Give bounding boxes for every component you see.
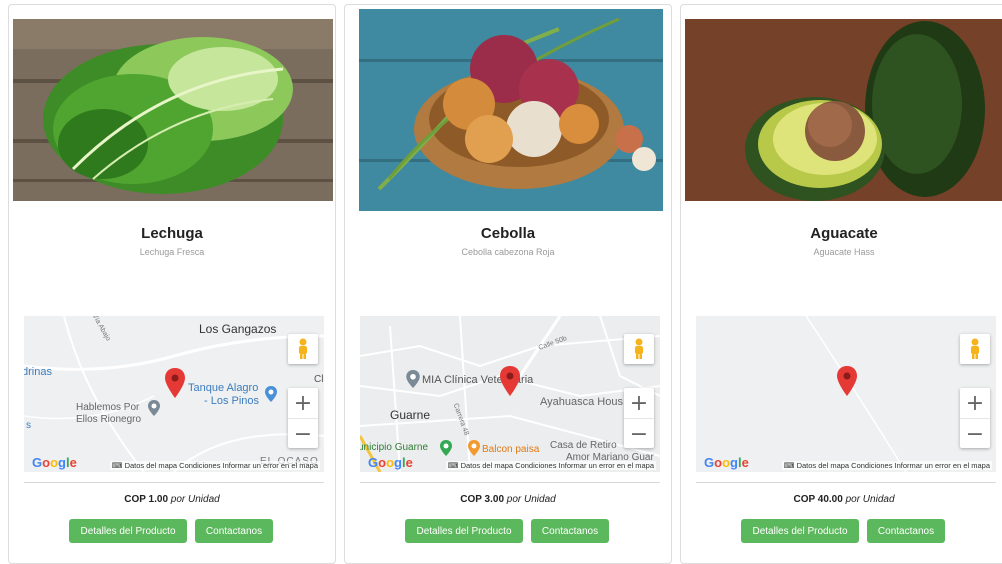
map-poi-icon [265, 386, 277, 402]
zoom-out-button[interactable]: − [288, 419, 318, 449]
product-name: Lechuga [141, 225, 203, 242]
map-attribution[interactable]: ⌨ Datos del mapa Condiciones Informar un… [781, 461, 992, 470]
keyboard-icon[interactable]: ⌨ [448, 461, 461, 470]
map-attribution[interactable]: ⌨ Datos del mapa Condiciones Informar un… [109, 461, 320, 470]
keyboard-icon[interactable]: ⌨ [784, 461, 797, 470]
product-details-button[interactable]: Detalles del Producto [405, 519, 523, 543]
product-image [359, 9, 663, 211]
map-poi-label: Hablemos Por [76, 402, 140, 413]
location-map[interactable]: + − Google ⌨ Datos del mapa Condiciones … [696, 316, 996, 472]
divider [696, 482, 996, 483]
google-logo[interactable]: Google [32, 455, 77, 470]
price-value: COP 3.00 [460, 494, 505, 505]
product-price: COP 40.00 por Unidad [681, 494, 1002, 505]
map-label: Los Gangazos [199, 322, 277, 336]
map-attribution[interactable]: ⌨ Datos del mapa Condiciones Informar un… [445, 461, 656, 470]
map-label: drinas [24, 366, 52, 378]
product-card: Aguacate Aguacate Hass + − Google ⌨ Dato… [680, 4, 1002, 564]
map-poi-label: unicipio Guarne [360, 442, 429, 453]
product-price: COP 3.00 por Unidad [345, 494, 671, 505]
map-poi-icon [468, 440, 480, 456]
map-poi-label: - Los Pinos [204, 395, 260, 407]
map-poi-label: Balcon paisa [482, 444, 540, 455]
zoom-in-button[interactable]: + [288, 388, 318, 419]
price-value: COP 40.00 [793, 494, 843, 505]
product-card: Cebolla Cebolla cabezona Roja MIA Clínic… [344, 4, 672, 564]
location-map[interactable]: MIA Clínica Veterinaria Ayahuasca Hous G… [360, 316, 660, 472]
product-details-button[interactable]: Detalles del Producto [69, 519, 187, 543]
map-poi-label: Ellos Rionegro [76, 414, 142, 425]
map-poi-icon [440, 440, 452, 456]
map-poi-icon [406, 370, 420, 388]
divider [24, 482, 324, 483]
product-price: COP 1.00 por Unidad [9, 494, 335, 505]
location-marker-icon[interactable] [837, 366, 857, 396]
price-unit: por Unidad [845, 494, 895, 505]
product-image [13, 19, 333, 201]
product-description: Lechuga Fresca [139, 247, 205, 257]
price-value: COP 1.00 [124, 494, 169, 505]
divider [360, 482, 660, 483]
price-unit: por Unidad [170, 494, 220, 505]
product-card: Lechuga Lechuga Fresca Los Gangazos drin… [8, 4, 336, 564]
zoom-in-button[interactable]: + [960, 388, 990, 419]
street-view-pegman-icon[interactable] [960, 334, 990, 364]
google-logo[interactable]: Google [368, 455, 413, 470]
contact-button[interactable]: Contactanos [867, 519, 945, 543]
product-details-button[interactable]: Detalles del Producto [741, 519, 859, 543]
map-poi-label: Casa de Retiro [550, 440, 617, 451]
google-logo[interactable]: Google [704, 455, 749, 470]
product-name: Aguacate [810, 225, 878, 242]
keyboard-icon[interactable]: ⌨ [112, 461, 125, 470]
location-marker-icon[interactable] [165, 368, 185, 398]
map-poi-label: Ayahuasca Hous [540, 396, 623, 408]
location-map[interactable]: Los Gangazos drinas Tanque Alagro - Los … [24, 316, 324, 472]
map-label: s [26, 420, 31, 431]
map-label: Clu [314, 374, 324, 385]
zoom-in-button[interactable]: + [624, 388, 654, 419]
street-view-pegman-icon[interactable] [624, 334, 654, 364]
product-description: Cebolla cabezona Roja [461, 247, 555, 257]
product-image [685, 19, 1002, 201]
zoom-out-button[interactable]: − [960, 419, 990, 449]
map-label: Guarne [390, 408, 431, 422]
contact-button[interactable]: Contactanos [195, 519, 273, 543]
product-description: Aguacate Hass [813, 247, 875, 257]
street-view-pegman-icon[interactable] [288, 334, 318, 364]
zoom-control: + − [288, 388, 318, 448]
zoom-control: + − [624, 388, 654, 448]
map-poi-label: Tanque Alagro [188, 382, 259, 394]
product-name: Cebolla [480, 225, 536, 242]
zoom-out-button[interactable]: − [624, 419, 654, 449]
location-marker-icon[interactable] [500, 366, 520, 396]
contact-button[interactable]: Contactanos [531, 519, 609, 543]
zoom-control: + − [960, 388, 990, 448]
price-unit: por Unidad [506, 494, 556, 505]
map-poi-icon [148, 400, 160, 416]
